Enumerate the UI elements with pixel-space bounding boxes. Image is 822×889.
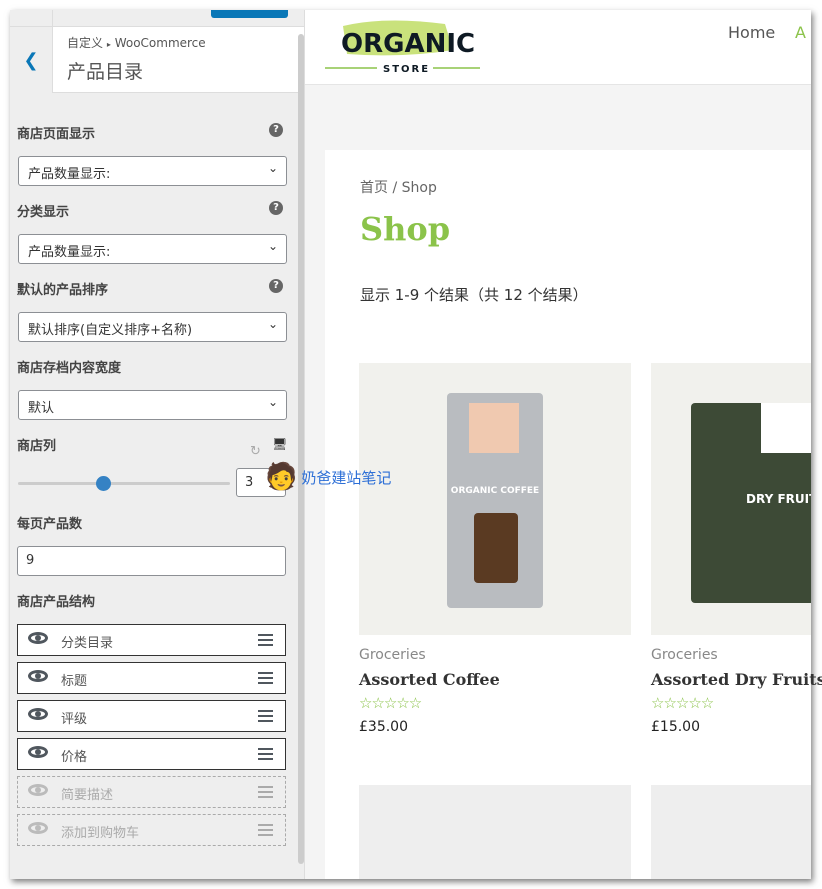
section-header: ❮ 自定义 ▸ WooCommerce 产品目录 bbox=[10, 27, 304, 93]
category-display-select[interactable]: 产品数量显示: ⌄ bbox=[18, 234, 287, 264]
back-button[interactable]: ❮ bbox=[10, 27, 53, 93]
watermark: 🧑 奶爸建站笔记 bbox=[265, 462, 391, 492]
structure-item[interactable]: 简要描述 bbox=[17, 776, 286, 808]
panel-title: 产品目录 bbox=[67, 61, 144, 83]
site-preview: ORGANIC STORE Home A 首页 / Shop Shop 显示 1… bbox=[305, 10, 822, 879]
drag-handle-icon[interactable] bbox=[258, 824, 273, 836]
svg-text:DRY FRUITS: DRY FRUITS bbox=[746, 492, 811, 506]
page: ❮ 自定义 ▸ WooCommerce 产品目录 商店页面显示 ? 产品数量显示… bbox=[0, 0, 822, 889]
eye-icon[interactable] bbox=[28, 746, 48, 758]
nav-home[interactable]: Home bbox=[728, 23, 775, 42]
chevron-down-icon: ⌄ bbox=[267, 395, 278, 409]
chevron-down-icon: ⌄ bbox=[267, 317, 278, 331]
product-category[interactable]: Groceries bbox=[359, 647, 426, 663]
star-rating: ☆☆☆☆☆ bbox=[651, 694, 714, 712]
avatar-icon: 🧑 bbox=[265, 462, 298, 492]
product-image[interactable]: ORGANIC COFFEE bbox=[359, 363, 631, 635]
customizer-sidebar: ❮ 自定义 ▸ WooCommerce 产品目录 商店页面显示 ? 产品数量显示… bbox=[10, 10, 305, 879]
structure-item-label: 价格 bbox=[61, 750, 88, 765]
category-display-label: 分类显示 bbox=[17, 205, 70, 220]
customizer-window: ❮ 自定义 ▸ WooCommerce 产品目录 商店页面显示 ? 产品数量显示… bbox=[10, 10, 822, 879]
select-value: 默认排序(自定义排序+名称) bbox=[28, 323, 193, 338]
default-sorting-select[interactable]: 默认排序(自定义排序+名称) ⌄ bbox=[18, 312, 287, 342]
chevron-down-icon: ⌄ bbox=[267, 161, 278, 175]
eye-icon[interactable] bbox=[28, 822, 48, 834]
select-value: 产品数量显示: bbox=[28, 167, 111, 182]
breadcrumb[interactable]: 首页 / Shop bbox=[360, 177, 437, 197]
structure-item-label: 分类目录 bbox=[61, 636, 114, 651]
drag-handle-icon[interactable] bbox=[258, 710, 273, 722]
archive-width-label: 商店存档内容宽度 bbox=[17, 361, 122, 376]
product-bag-illustration: ORGANIC COFFEE bbox=[447, 393, 543, 608]
structure-item[interactable]: 添加到购物车 bbox=[17, 814, 286, 846]
archive-width-select[interactable]: 默认 ⌄ bbox=[18, 390, 287, 420]
product-name[interactable]: Assorted Dry Fruits bbox=[651, 670, 822, 689]
breadcrumb: 自定义 ▸ WooCommerce bbox=[67, 34, 206, 51]
structure-item[interactable]: 价格 bbox=[17, 738, 286, 770]
structure-item[interactable]: 标题 bbox=[17, 662, 286, 694]
select-value: 默认 bbox=[28, 401, 55, 416]
watermark-text: 奶爸建站笔记 bbox=[301, 468, 392, 487]
structure-label: 商店产品结构 bbox=[17, 595, 96, 610]
drag-handle-icon[interactable] bbox=[258, 672, 273, 684]
structure-item-label: 评级 bbox=[61, 712, 88, 727]
help-icon[interactable]: ? bbox=[269, 279, 283, 293]
eye-icon[interactable] bbox=[28, 708, 48, 720]
structure-item-label: 标题 bbox=[61, 674, 88, 689]
scrollbar[interactable] bbox=[298, 34, 304, 864]
chevron-left-icon: ❮ bbox=[23, 49, 39, 71]
publish-button[interactable] bbox=[211, 10, 288, 18]
svg-text:ORGANIC COFFEE: ORGANIC COFFEE bbox=[451, 486, 539, 496]
product-price: £15.00 bbox=[651, 719, 700, 735]
structure-item[interactable]: 分类目录 bbox=[17, 624, 286, 656]
eye-icon[interactable] bbox=[28, 670, 48, 682]
reset-icon[interactable]: ↻ bbox=[250, 444, 261, 459]
breadcrumb-separator: ▸ bbox=[106, 40, 111, 49]
organic-store-logo: ORGANIC STORE bbox=[325, 20, 480, 72]
chevron-down-icon: ⌄ bbox=[267, 239, 278, 253]
result-count: 显示 1-9 个结果（共 12 个结果） bbox=[360, 286, 588, 304]
shop-page-display-select[interactable]: 产品数量显示: ⌄ bbox=[18, 156, 287, 186]
structure-item-label: 简要描述 bbox=[61, 788, 114, 803]
drag-handle-icon[interactable] bbox=[258, 748, 273, 760]
breadcrumb-root: 自定义 bbox=[67, 36, 104, 50]
top-bar bbox=[10, 10, 304, 27]
shop-content: 首页 / Shop Shop 显示 1-9 个结果（共 12 个结果） ORGA… bbox=[325, 150, 822, 879]
columns-label: 商店列 bbox=[17, 439, 57, 454]
per-page-input[interactable]: 9 bbox=[17, 546, 286, 576]
columns-slider[interactable] bbox=[18, 476, 230, 491]
shop-page-display-label: 商店页面显示 bbox=[17, 127, 96, 142]
drag-handle-icon[interactable] bbox=[258, 634, 273, 646]
svg-text:ORGANIC: ORGANIC bbox=[341, 29, 475, 59]
structure-item[interactable]: 评级 bbox=[17, 700, 286, 732]
site-header: ORGANIC STORE Home A bbox=[305, 10, 811, 85]
product-price: £35.00 bbox=[359, 719, 408, 735]
nav-item[interactable]: A bbox=[795, 23, 806, 42]
help-icon[interactable]: ? bbox=[269, 201, 283, 215]
select-value: 产品数量显示: bbox=[28, 245, 111, 260]
svg-text:STORE: STORE bbox=[383, 64, 430, 72]
eye-icon[interactable] bbox=[28, 784, 48, 796]
structure-item-label: 添加到购物车 bbox=[61, 826, 140, 841]
product-name[interactable]: Assorted Coffee bbox=[359, 670, 500, 689]
breadcrumb-section: WooCommerce bbox=[114, 36, 206, 50]
drag-handle-icon[interactable] bbox=[258, 786, 273, 798]
default-sorting-label: 默认的产品排序 bbox=[17, 283, 109, 298]
product-image[interactable] bbox=[651, 785, 811, 879]
page-title: Shop bbox=[360, 210, 451, 248]
eye-icon[interactable] bbox=[28, 632, 48, 644]
desktop-icon[interactable]: 🖥 bbox=[272, 437, 287, 451]
slider-handle[interactable] bbox=[95, 476, 111, 491]
product-image[interactable] bbox=[359, 785, 631, 879]
help-icon[interactable]: ? bbox=[269, 123, 283, 137]
product-category[interactable]: Groceries bbox=[651, 647, 718, 663]
per-page-label: 每页产品数 bbox=[17, 517, 83, 532]
product-bag-illustration: DRY FRUITS bbox=[691, 403, 811, 603]
product-image[interactable]: DRY FRUITS bbox=[651, 363, 811, 635]
star-rating: ☆☆☆☆☆ bbox=[359, 694, 422, 712]
